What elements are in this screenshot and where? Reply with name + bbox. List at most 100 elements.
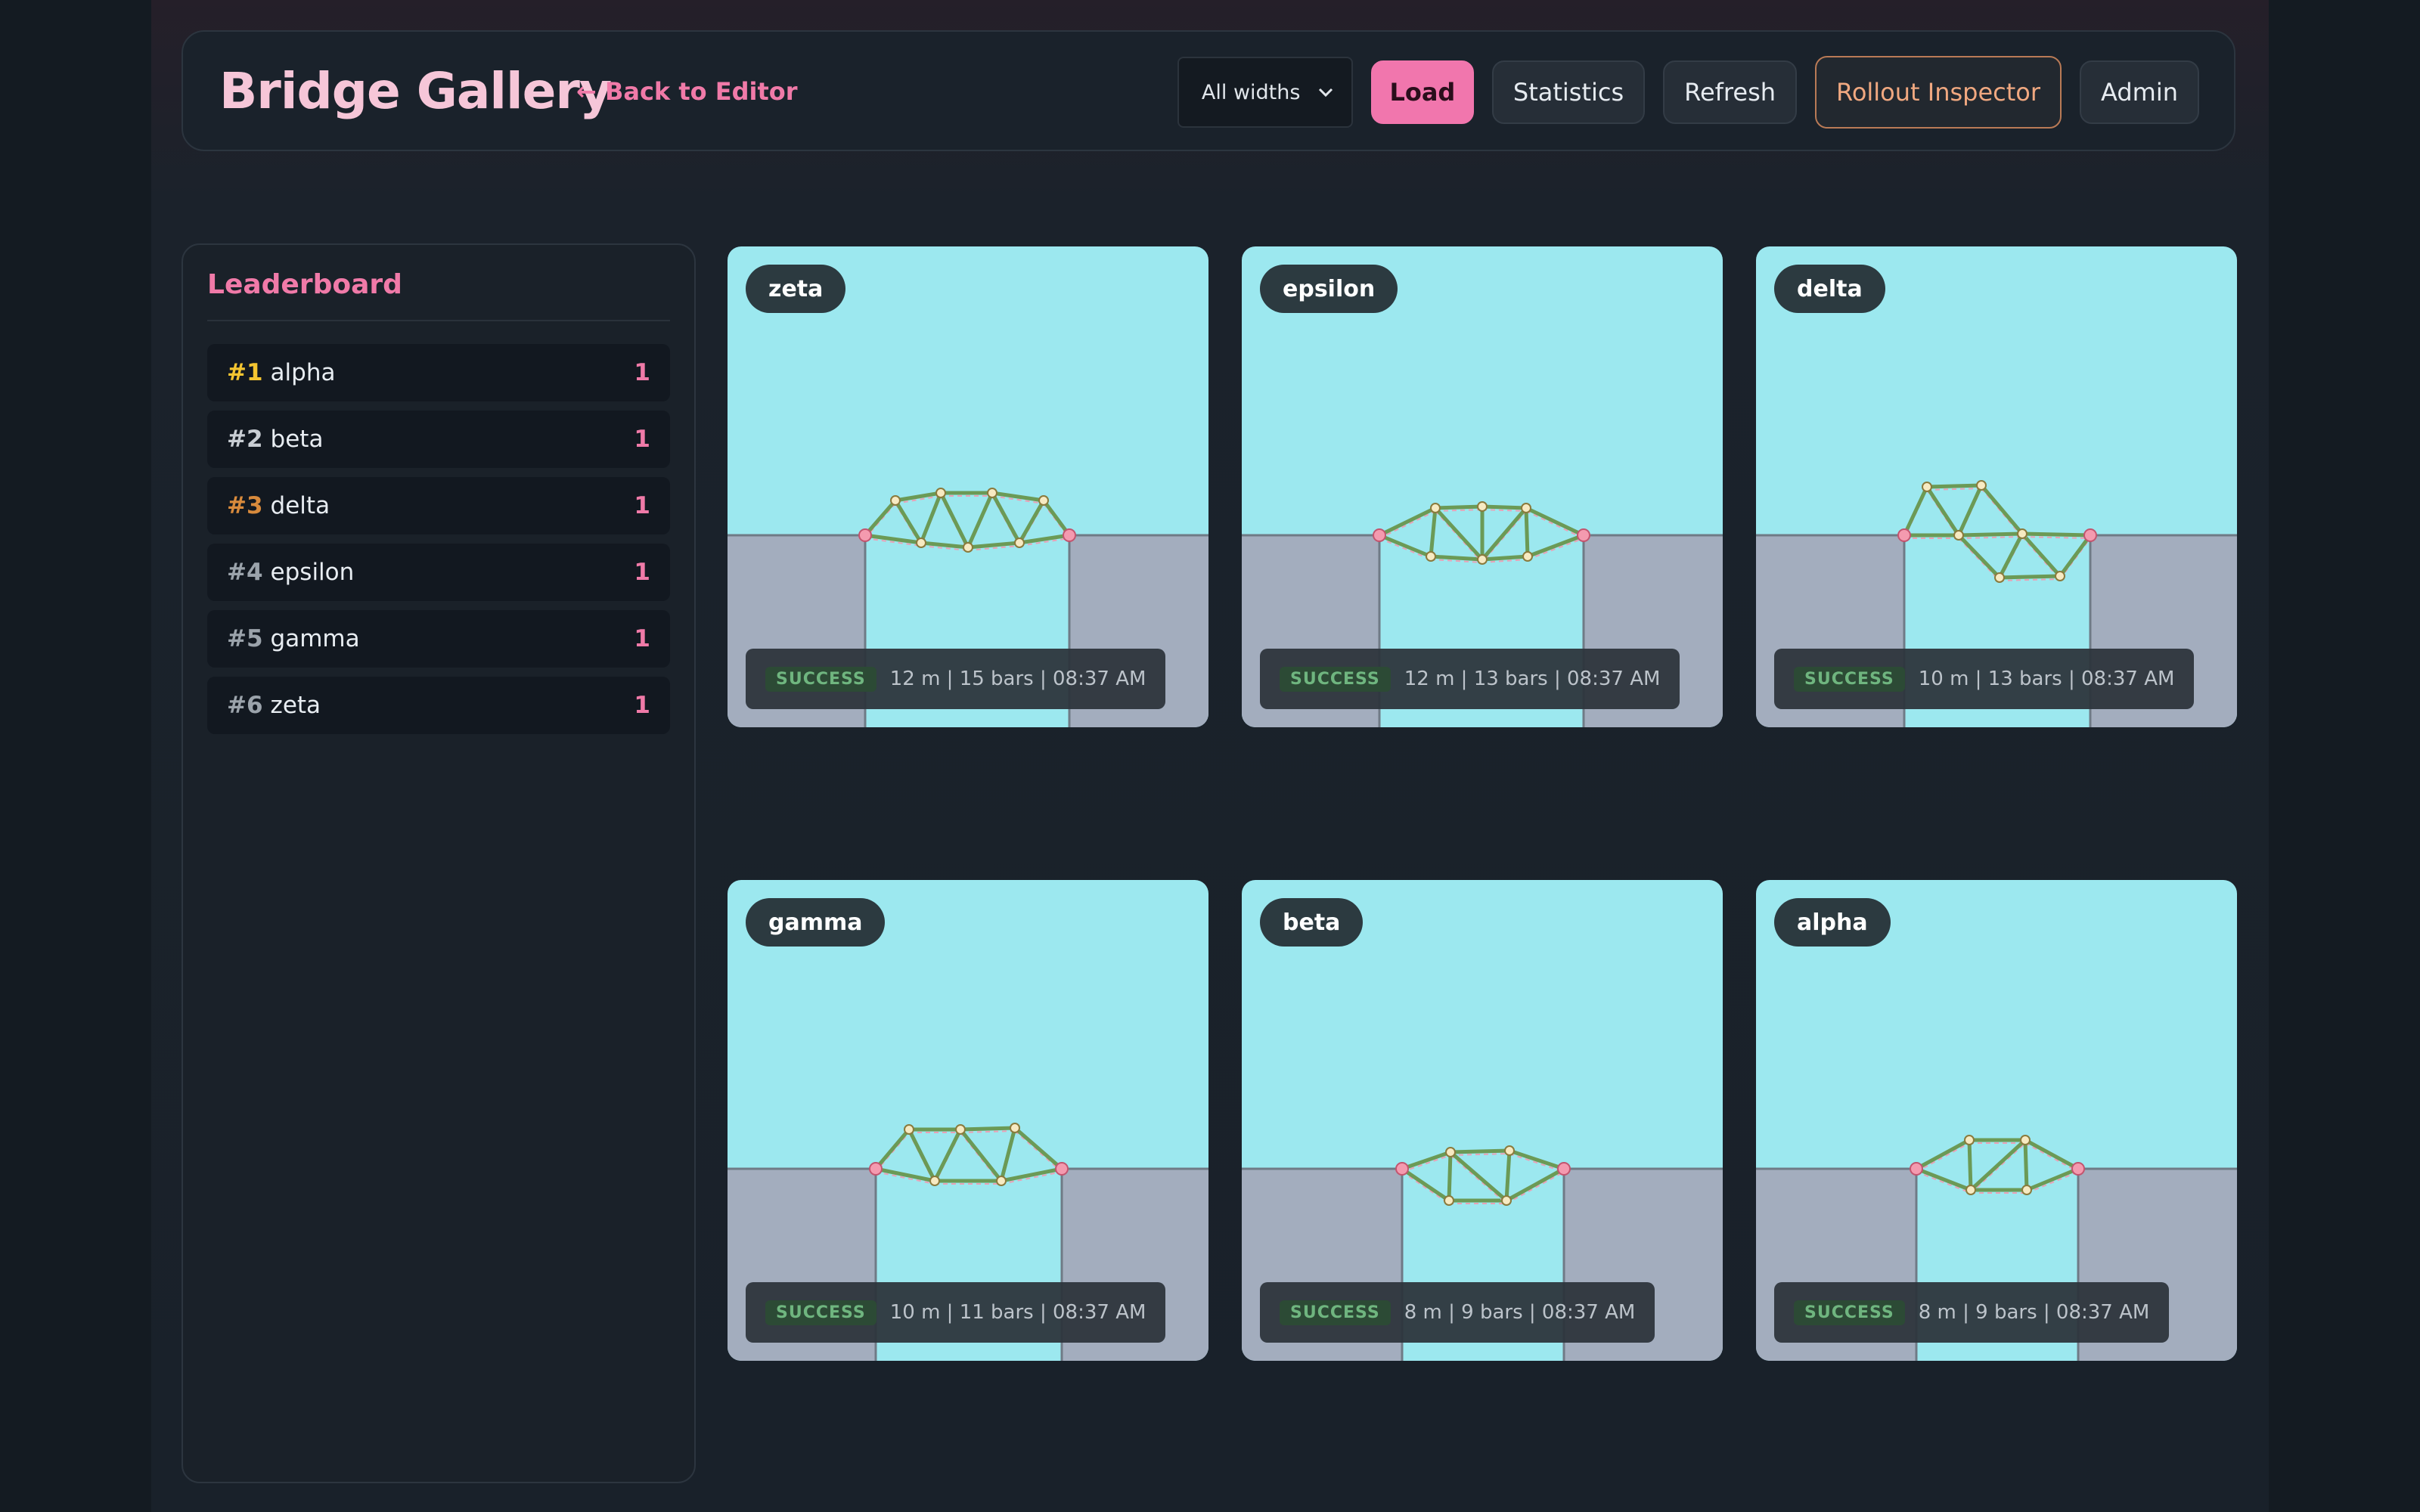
leaderboard-row[interactable]: #5 gamma 1 <box>207 610 670 668</box>
bridge-node <box>2055 571 2065 581</box>
bridge-node <box>1953 530 1964 541</box>
bridge-card[interactable]: beta SUCCESS 8 m | 9 bars | 08:37 AM <box>1242 880 1723 1361</box>
anchor-node <box>1910 1162 1923 1176</box>
status-badge: SUCCESS <box>1794 1300 1905 1325</box>
bridge-node <box>935 488 946 498</box>
bridge-bar <box>2023 1138 2029 1192</box>
leaderboard-rank: #4 <box>227 559 263 586</box>
bridge-node <box>916 538 926 548</box>
anchor-node <box>1395 1162 1409 1176</box>
bridge-node <box>2021 1185 2032 1195</box>
bridge-bar <box>958 1126 1017 1132</box>
bridge-name-tag: beta <box>1260 898 1364 947</box>
bridge-name-tag: alpha <box>1774 898 1891 947</box>
admin-button[interactable]: Admin <box>2080 60 2199 124</box>
bridge-node <box>1521 503 1531 513</box>
load-button[interactable]: Load <box>1370 60 1474 124</box>
back-to-editor-link[interactable]: ← Back to Editor <box>576 77 798 106</box>
leaderboard-rank: #6 <box>227 692 263 719</box>
bridge-node <box>1994 572 2005 583</box>
bridge-card[interactable]: delta SUCCESS 10 m | 13 bars | 08:37 AM <box>1756 246 2237 727</box>
bridge-bar <box>1956 531 2024 538</box>
bridge-node <box>890 495 901 506</box>
bridge-node <box>1038 495 1049 506</box>
bridge-info: 12 m | 13 bars | 08:37 AM <box>1404 668 1661 690</box>
bridge-status-bar: SUCCESS 12 m | 15 bars | 08:37 AM <box>746 649 1166 709</box>
bridge-name-tag: delta <box>1774 265 1885 313</box>
leaderboard-row[interactable]: #2 beta 1 <box>207 411 670 468</box>
bridge-node <box>1922 482 1932 492</box>
status-badge: SUCCESS <box>765 666 876 692</box>
refresh-button[interactable]: Refresh <box>1663 60 1798 124</box>
bridge-name-tag: zeta <box>746 265 846 313</box>
leaderboard-score: 1 <box>634 559 650 586</box>
leaderboard-row[interactable]: #6 zeta 1 <box>207 677 670 734</box>
bridge-node <box>1426 551 1436 562</box>
anchor-node <box>858 528 872 542</box>
status-badge: SUCCESS <box>1280 1300 1391 1325</box>
leaderboard-row[interactable]: #1 alpha 1 <box>207 344 670 401</box>
leaderboard-title: Leaderboard <box>207 269 670 321</box>
leaderboard-panel: Leaderboard #1 alpha 1 #2 beta 1 #3 delta 1 #4 eps… <box>182 243 696 1483</box>
width-filter-value: All widths <box>1201 80 1301 104</box>
leaderboard-rank: #1 <box>227 359 263 386</box>
bridge-node <box>2020 1135 2031 1145</box>
leaderboard-rank: #2 <box>227 426 263 453</box>
bridge-status-bar: SUCCESS 8 m | 9 bars | 08:37 AM <box>1774 1282 2170 1343</box>
width-filter-select[interactable]: All widths <box>1177 57 1353 128</box>
anchor-node <box>1577 528 1590 542</box>
anchor-node <box>1055 1162 1069 1176</box>
status-badge: SUCCESS <box>765 1300 876 1325</box>
bridge-info: 8 m | 9 bars | 08:37 AM <box>1404 1301 1636 1324</box>
chevron-down-icon <box>1318 88 1333 98</box>
bridge-card[interactable]: alpha SUCCESS 8 m | 9 bars | 08:37 AM <box>1756 880 2237 1361</box>
bridge-bar <box>1447 1150 1453 1203</box>
bridge-node <box>2017 528 2028 539</box>
bridge-card[interactable]: gamma SUCCESS 10 m | 11 bars | 08:37 AM <box>728 880 1208 1361</box>
bridge-name-tag: epsilon <box>1260 265 1398 313</box>
bridge-info: 10 m | 13 bars | 08:37 AM <box>1918 668 2175 690</box>
bridge-node <box>987 488 997 498</box>
bridge-card[interactable]: zeta SUCCESS 12 m | 15 bars | 08:37 AM <box>728 246 1208 727</box>
page-title: Bridge Gallery <box>219 62 612 120</box>
bridge-info: 12 m | 15 bars | 08:37 AM <box>889 668 1146 690</box>
leaderboard-row[interactable]: #3 delta 1 <box>207 477 670 534</box>
bridge-node <box>1976 480 1987 491</box>
bridge-status-bar: SUCCESS 10 m | 13 bars | 08:37 AM <box>1774 649 2195 709</box>
bridge-bar <box>1925 483 1984 489</box>
header-controls: All widths Load Statistics Refresh Rollo… <box>1177 56 2199 129</box>
leaderboard-row[interactable]: #4 epsilon 1 <box>207 544 670 601</box>
bridge-node <box>963 542 973 553</box>
status-badge: SUCCESS <box>1794 666 1905 692</box>
leaderboard-score: 1 <box>634 692 650 719</box>
bridge-node <box>1965 1185 1976 1195</box>
anchor-node <box>1373 528 1386 542</box>
bridge-bar <box>1448 1148 1512 1154</box>
leaderboard-rank: #3 <box>227 492 263 519</box>
leaderboard-name: zeta <box>270 692 321 719</box>
anchor-node <box>2083 528 2097 542</box>
bridge-bar <box>1433 504 1485 510</box>
leaderboard-score: 1 <box>634 359 650 386</box>
header-bar: Bridge Gallery ← Back to Editor All widt… <box>182 30 2235 151</box>
bridge-node <box>1430 503 1441 513</box>
bridge-bar <box>1997 574 2062 580</box>
bridge-bar <box>1967 1138 1973 1192</box>
bridge-node <box>1501 1195 1512 1206</box>
leaderboard-name: alpha <box>270 359 336 386</box>
anchor-node <box>869 1162 883 1176</box>
rollout-inspector-button[interactable]: Rollout Inspector <box>1815 56 2062 129</box>
statistics-button[interactable]: Statistics <box>1491 60 1646 124</box>
bridge-name-tag: gamma <box>746 898 886 947</box>
bridge-node <box>929 1176 940 1186</box>
bridge-card[interactable]: epsilon SUCCESS 12 m | 13 bars | 08:37 AM <box>1242 246 1723 727</box>
leaderboard-score: 1 <box>634 426 650 453</box>
leaderboard-score: 1 <box>634 492 650 519</box>
bridge-info: 10 m | 11 bars | 08:37 AM <box>889 1301 1146 1324</box>
leaderboard-score: 1 <box>634 625 650 652</box>
bridge-node <box>1504 1145 1515 1156</box>
leaderboard-name: beta <box>270 426 324 453</box>
leaderboard-list: #1 alpha 1 #2 beta 1 #3 delta 1 #4 epsilon 1 #5 gamma… <box>207 344 670 734</box>
bridge-node <box>1964 1135 1975 1145</box>
bridge-node <box>904 1124 914 1135</box>
